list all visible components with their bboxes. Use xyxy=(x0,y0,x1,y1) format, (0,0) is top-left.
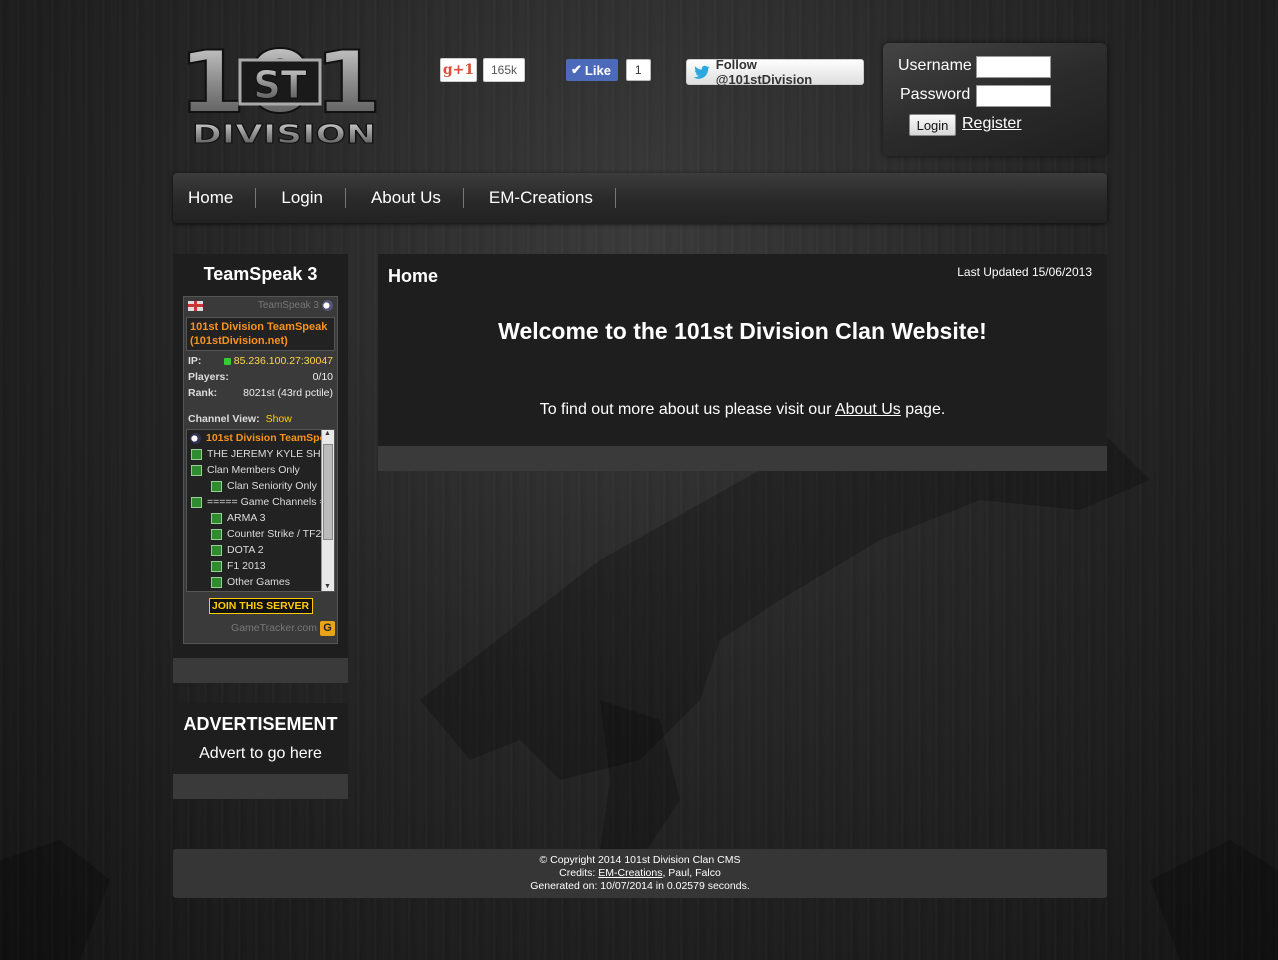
uk-flag-icon xyxy=(188,300,203,311)
page-footer: © Copyright 2014 101st Division Clan CMS… xyxy=(173,849,1107,898)
facebook-like-label: Like xyxy=(584,62,611,78)
ts-players-row: Players: 0/10 xyxy=(184,369,337,385)
channel-icon xyxy=(211,576,222,588)
ts-rank-label: Rank: xyxy=(188,387,218,399)
teamspeak-server-icon xyxy=(190,432,201,444)
gametracker-credit[interactable]: GameTracker.com G xyxy=(184,619,337,637)
gplus-widget: g +1 165k xyxy=(440,57,526,83)
channel-icon xyxy=(211,512,222,524)
ts-channel[interactable]: F1 2013 xyxy=(187,558,334,574)
ts-ip-label: IP: xyxy=(188,355,202,367)
password-label: Password xyxy=(900,86,971,103)
advertisement-panel: ADVERTISEMENT Advert to go here xyxy=(173,703,348,774)
main-navigation: Home Login About Us EM-Creations xyxy=(173,173,1107,223)
ts-players-label: Players: xyxy=(188,371,229,383)
teamspeak-logo-icon xyxy=(322,300,333,311)
teamspeak-panel-footer xyxy=(173,658,348,683)
channel-icon xyxy=(191,496,202,508)
ts-players-value: 0/10 xyxy=(312,371,333,383)
twitter-follow-button[interactable]: Follow @101stDivision xyxy=(686,57,864,87)
join-server-button[interactable]: JOIN THIS SERVER xyxy=(208,598,313,614)
ts-channel[interactable]: Clan Members Only xyxy=(187,462,334,478)
ts-channel-view-row: Channel View: Show xyxy=(184,411,337,427)
teamspeak-title: TeamSpeak 3 xyxy=(203,264,318,284)
thumbs-up-icon: ✔ xyxy=(571,62,582,77)
ts-channel-scrollbar[interactable]: ▲ ▼ xyxy=(321,430,334,591)
copyright-text: © Copyright 2014 101st Division Clan CMS xyxy=(539,854,741,866)
teamspeak-widget: TeamSpeak 3 101st Division TeamSpeak (10… xyxy=(183,296,338,644)
advertisement-panel-footer xyxy=(173,774,348,799)
last-updated: Last Updated 15/06/2013 xyxy=(957,265,1092,279)
ts-channel[interactable]: 101st Division TeamSpeak xyxy=(187,430,334,446)
facebook-like-count: 1 xyxy=(625,59,651,81)
ts-channel[interactable]: THE JEREMY KYLE SHOW xyxy=(187,446,334,462)
nav-item-em-creations[interactable]: EM-Creations xyxy=(464,188,615,208)
ts-channel-view-toggle[interactable]: Show xyxy=(266,413,292,425)
scrollbar-thumb[interactable] xyxy=(323,444,333,540)
login-button[interactable]: Login xyxy=(909,114,956,136)
credits-text: Credits: EM-Creations, Paul, Falco xyxy=(559,867,721,879)
gplus-icon: g xyxy=(442,62,453,78)
page-title: Home xyxy=(388,266,439,286)
nav-divider xyxy=(614,188,616,208)
twitter-follow-label: Follow @101stDivision xyxy=(715,57,813,87)
gplus-button[interactable]: g +1 xyxy=(440,58,477,82)
ts-ip-value: 85.236.100.27:30047 xyxy=(233,355,333,367)
site-logo[interactable]: 101 ST DIVISION xyxy=(178,40,382,150)
twitter-bird-icon xyxy=(693,65,710,79)
scroll-up-icon[interactable]: ▲ xyxy=(324,430,331,437)
main-content-panel: Home Last Updated 15/06/2013 Welcome to … xyxy=(378,254,1107,446)
password-input[interactable] xyxy=(976,85,1051,107)
ts-rank-value: 8021st (43rd pctile) xyxy=(243,387,333,399)
advertisement-text: Advert to go here xyxy=(199,745,322,762)
ts-channel[interactable]: ARMA 3 xyxy=(187,510,334,526)
about-us-link[interactable]: About Us xyxy=(835,401,901,418)
online-status-icon xyxy=(223,357,231,365)
facebook-like-widget: ✔ Like 1 xyxy=(566,57,651,83)
ts-widget-header-label: TeamSpeak 3 xyxy=(257,300,319,311)
channel-icon xyxy=(191,448,202,460)
logo-wordmark: DIVISION xyxy=(192,120,376,150)
ts-server-name[interactable]: 101st Division TeamSpeak (101stDivision.… xyxy=(186,317,335,351)
advertisement-title: ADVERTISEMENT xyxy=(183,714,338,734)
channel-icon xyxy=(211,528,222,540)
channel-icon xyxy=(211,560,222,572)
register-link[interactable]: Register xyxy=(962,115,1022,133)
channel-icon xyxy=(211,544,222,556)
ts-widget-header: TeamSpeak 3 xyxy=(184,297,337,314)
channel-icon xyxy=(211,480,222,492)
gplus-count: 165k xyxy=(483,58,526,82)
main-content-footer xyxy=(378,446,1107,471)
username-label: Username xyxy=(898,57,972,74)
ts-ip-row: IP: 85.236.100.27:30047 xyxy=(184,353,337,369)
welcome-heading: Welcome to the 101st Division Clan Websi… xyxy=(498,318,987,344)
username-input[interactable] xyxy=(976,56,1051,78)
nav-item-home[interactable]: Home xyxy=(175,188,255,208)
nav-item-login[interactable]: Login xyxy=(256,188,345,208)
ts-channel[interactable]: Clan Seniority Only xyxy=(187,478,334,494)
nav-item-about-us[interactable]: About Us xyxy=(346,188,463,208)
em-creations-link[interactable]: EM-Creations xyxy=(598,867,662,879)
scroll-down-icon[interactable]: ▼ xyxy=(324,583,331,590)
ts-channel[interactable]: Other Games xyxy=(187,574,334,590)
logo-badge: ST xyxy=(253,63,306,107)
ts-channel-tree[interactable]: 101st Division TeamSpeak THE JEREMY KYLE… xyxy=(186,429,335,592)
ts-rank-row: Rank: 8021st (43rd pctile) xyxy=(184,385,337,401)
ts-channel-view-label: Channel View: xyxy=(188,413,260,425)
gplus-label: +1 xyxy=(452,62,475,78)
ts-channel[interactable]: ===== Game Channels ===== xyxy=(187,494,334,510)
about-paragraph: To find out more about us please visit o… xyxy=(539,401,946,418)
gametracker-logo-icon: G xyxy=(320,620,335,636)
ts-channel[interactable]: Counter Strike / TF2 xyxy=(187,526,334,542)
channel-icon xyxy=(191,464,202,476)
login-panel: Username Password Login Register xyxy=(883,43,1107,156)
ts-channel[interactable]: DOTA 2 xyxy=(187,542,334,558)
facebook-like-button[interactable]: ✔ Like xyxy=(566,59,618,81)
generated-text: Generated on: 10/07/2014 in 0.02579 seco… xyxy=(530,880,750,892)
